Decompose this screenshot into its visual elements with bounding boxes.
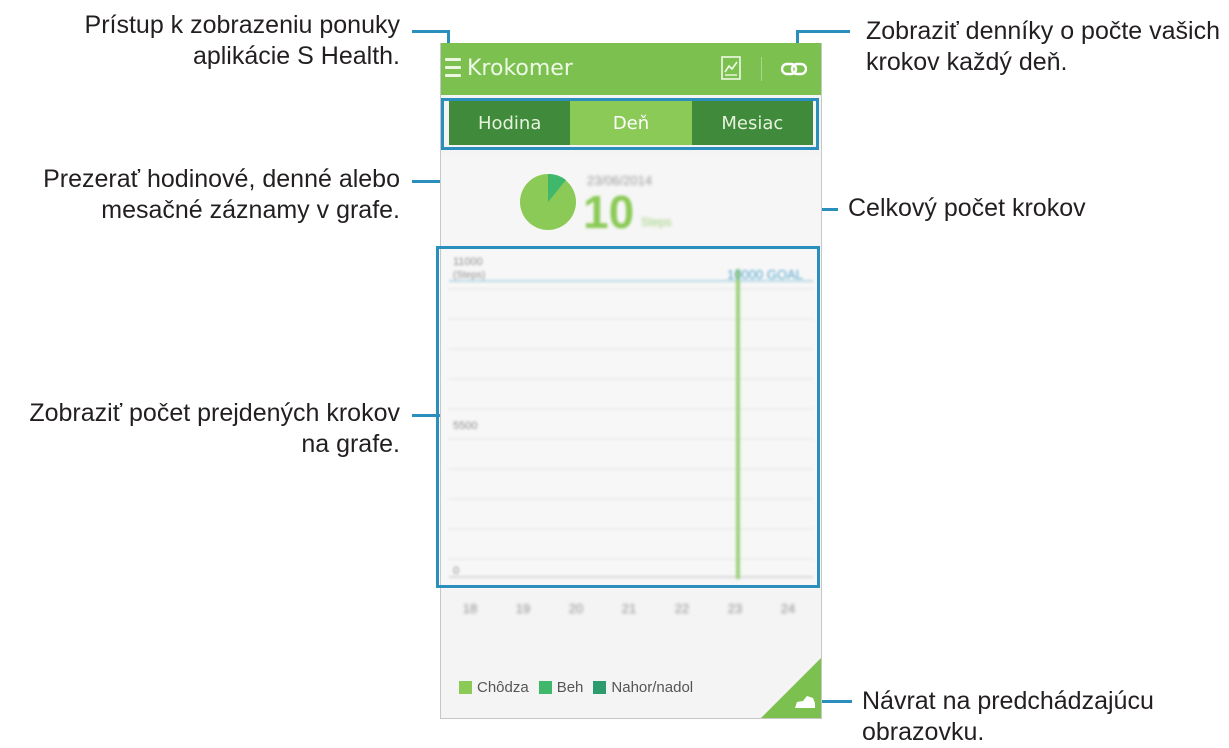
app-bar: Krokomer bbox=[441, 43, 821, 95]
legend-item-stairs: Nahor/nadol bbox=[593, 679, 693, 696]
x-label: 19 bbox=[515, 601, 531, 616]
link-icon[interactable] bbox=[781, 59, 807, 79]
annotation-menu-access: Prístup k zobrazeniu ponuky aplikácie S … bbox=[84, 11, 400, 70]
x-label: 21 bbox=[621, 601, 637, 616]
annotation-graph-steps: Zobraziť počet prejdených krokov na graf… bbox=[29, 399, 400, 458]
highlight-graph bbox=[436, 246, 820, 588]
steps-pie-icon bbox=[520, 173, 576, 230]
back-shoe-button[interactable] bbox=[761, 658, 821, 718]
total-steps-panel: 23/06/2014 10 Steps bbox=[441, 155, 821, 247]
legend-item-walk: Chôdza bbox=[459, 679, 529, 696]
x-label: 24 bbox=[780, 601, 796, 616]
x-label: 18 bbox=[462, 601, 478, 616]
annotation-daily-logs: Zobraziť denníky o počte vašich krokov k… bbox=[866, 17, 1221, 76]
app-title: Krokomer bbox=[467, 56, 573, 81]
chart-icon[interactable] bbox=[721, 56, 741, 80]
x-label: 23 bbox=[727, 601, 743, 616]
total-steps-value: 10 bbox=[583, 186, 635, 238]
menu-icon[interactable] bbox=[445, 56, 461, 80]
annotation-total-steps: Celkový počet krokov bbox=[848, 194, 1086, 222]
callout-line-logs bbox=[798, 30, 850, 33]
highlight-tabs bbox=[441, 98, 819, 150]
callout-line-menu bbox=[412, 30, 450, 33]
legend-item-run: Beh bbox=[538, 679, 583, 696]
annotation-view-records: Prezerať hodinové, denné alebo mesačné z… bbox=[43, 165, 400, 224]
graph-legend: Chôdza Beh Nahor/nadol bbox=[459, 679, 697, 696]
app-bar-separator bbox=[761, 57, 762, 81]
annotation-go-back: Návrat na predchádzajúcu obrazovku. bbox=[862, 687, 1154, 746]
steps-unit: Steps bbox=[641, 215, 672, 229]
graph-x-axis: 18 19 20 21 22 23 24 bbox=[441, 595, 821, 625]
x-label: 22 bbox=[674, 601, 690, 616]
x-label: 20 bbox=[568, 601, 584, 616]
